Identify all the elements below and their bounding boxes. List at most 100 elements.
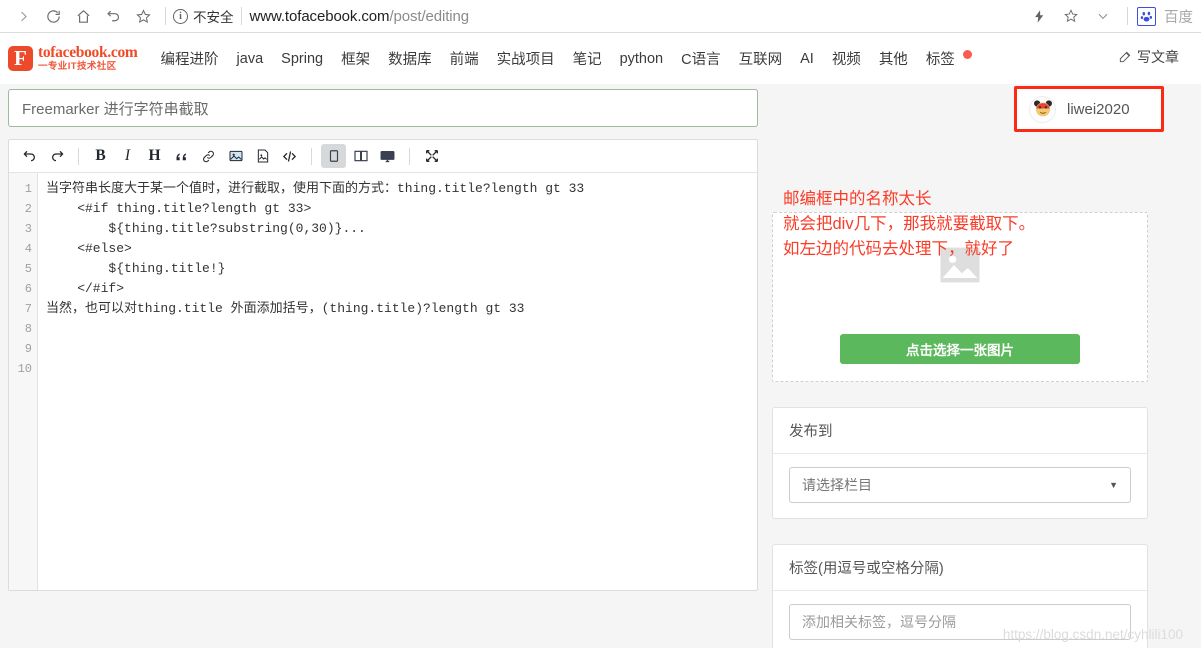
code-content[interactable]: 当字符串长度大于某一个值时，进行截取，使用下面的方式：thing.title?l… <box>38 173 757 590</box>
nav-item-3[interactable]: 框架 <box>332 48 379 69</box>
nav-item-0[interactable]: 编程进阶 <box>152 48 228 69</box>
page-body: Freemarker 进行字符串截取 B I H 1 2 3 4 5 6 7 8… <box>0 84 1201 648</box>
url-domain: www.tofacebook.com <box>249 7 390 25</box>
nav-item-13[interactable]: 其他 <box>870 48 917 69</box>
nav-item-7[interactable]: 笔记 <box>564 48 611 69</box>
line-number: 2 <box>24 202 32 216</box>
line-number: 5 <box>24 262 32 276</box>
undo-arrow-icon[interactable] <box>98 2 128 30</box>
editor-area[interactable]: 1 2 3 4 5 6 7 8 9 10 当字符串长度大于某一个值时，进行截取，… <box>9 173 757 590</box>
image-file-icon[interactable] <box>250 144 275 168</box>
image-placeholder-icon <box>930 239 990 296</box>
toolbar-divider-a <box>78 147 79 165</box>
user-account-highlight-box[interactable]: liwei2020 <box>1014 86 1164 132</box>
heading-icon[interactable]: H <box>142 144 167 168</box>
link-icon[interactable] <box>196 144 221 168</box>
line-number: 10 <box>17 362 32 376</box>
category-select[interactable]: 请选择栏目 ▼ <box>789 467 1131 503</box>
bold-icon[interactable]: B <box>88 144 113 168</box>
editor-column: Freemarker 进行字符串截取 B I H 1 2 3 4 5 6 7 8… <box>8 89 758 591</box>
editor-toolbar: B I H <box>9 140 757 173</box>
baidu-paw-icon[interactable] <box>1137 6 1156 26</box>
toolbar-divider <box>165 7 166 25</box>
nav-item-5[interactable]: 前端 <box>441 48 488 69</box>
line-number: 4 <box>24 242 32 256</box>
nav-item-12[interactable]: 视频 <box>823 48 870 69</box>
nav-item-6[interactable]: 实战项目 <box>488 48 564 69</box>
sidebar-column: 点击选择一张图片 发布到 请选择栏目 ▼ 标签(用逗号或空格分隔) 添加相关标签… <box>772 84 1148 648</box>
undo-icon[interactable] <box>17 144 42 168</box>
quote-icon[interactable] <box>169 144 194 168</box>
lightning-icon[interactable] <box>1024 2 1054 30</box>
write-article-label: 写文章 <box>1137 49 1179 65</box>
code-icon[interactable] <box>277 144 302 168</box>
nav-item-tags-label: 标签 <box>925 52 955 68</box>
address-bar[interactable]: www.tofacebook.com/post/editing <box>249 8 1025 25</box>
site-nav: 编程进阶 java Spring 框架 数据库 前端 实战项目 笔记 pytho… <box>152 48 973 69</box>
preview-view-icon[interactable] <box>375 144 400 168</box>
nav-item-1[interactable]: java <box>228 51 273 67</box>
code-line: ${thing.title?substring(0,30)}... <box>46 221 366 236</box>
code-line: </#if> <box>46 281 125 296</box>
article-title-input[interactable]: Freemarker 进行字符串截取 <box>8 89 758 127</box>
write-article-button[interactable]: 写文章 <box>1118 47 1179 67</box>
nav-item-2[interactable]: Spring <box>272 51 332 67</box>
nav-item-11[interactable]: AI <box>791 51 823 67</box>
info-icon: i <box>173 8 188 24</box>
watermark-text: https://blog.csdn.net/cyhlili100 <box>1002 627 1183 642</box>
pencil-edit-icon <box>1119 51 1131 63</box>
line-number-gutter: 1 2 3 4 5 6 7 8 9 10 <box>9 173 38 590</box>
site-logo[interactable]: tofacebook.com 一专业IT技术社区 <box>8 45 138 71</box>
user-name-label: liwei2020 <box>1067 100 1130 118</box>
single-pane-view-icon[interactable] <box>321 144 346 168</box>
image-icon[interactable] <box>223 144 248 168</box>
redo-icon[interactable] <box>44 144 69 168</box>
publish-to-panel: 发布到 请选择栏目 ▼ <box>772 407 1148 519</box>
new-badge-dot <box>962 50 972 59</box>
fullscreen-icon[interactable] <box>419 144 444 168</box>
line-number: 1 <box>24 182 32 196</box>
cartoon-face-avatar <box>1029 95 1056 123</box>
reload-icon[interactable] <box>38 2 68 30</box>
code-line: <#if thing.title?length gt 33> <box>46 201 312 216</box>
toolbar-divider-b <box>311 147 312 165</box>
select-image-button[interactable]: 点击选择一张图片 <box>840 334 1080 364</box>
line-number: 8 <box>24 322 32 336</box>
url-path: /post/editing <box>389 7 470 25</box>
split-pane-view-icon[interactable] <box>348 144 373 168</box>
forward-chevron-icon[interactable] <box>8 2 38 30</box>
nav-item-9[interactable]: C语言 <box>672 48 729 69</box>
line-number: 6 <box>24 282 32 296</box>
security-label: 不安全 <box>193 10 234 25</box>
line-number: 9 <box>24 342 32 356</box>
code-line: 当然，也可以对thing.title 外面添加括号，(thing.title)?… <box>46 301 525 316</box>
home-icon[interactable] <box>68 2 98 30</box>
logo-main-text: tofacebook.com <box>38 44 138 62</box>
site-header: tofacebook.com 一专业IT技术社区 编程进阶 java Sprin… <box>0 33 1201 84</box>
logo-text: tofacebook.com 一专业IT技术社区 <box>38 44 138 72</box>
line-number: 7 <box>24 302 32 316</box>
cover-image-upload-card[interactable]: 点击选择一张图片 <box>772 212 1148 382</box>
publish-to-title: 发布到 <box>773 408 1147 454</box>
browser-toolbar: i 不安全 www.tofacebook.com/post/editing 百度 <box>0 0 1201 33</box>
code-line: 当字符串长度大于某一个值时，进行截取，使用下面的方式：thing.title?l… <box>46 181 585 196</box>
nav-item-4[interactable]: 数据库 <box>379 48 441 69</box>
chevron-down-icon: ▼ <box>1109 480 1118 490</box>
nav-item-8[interactable]: python <box>611 51 673 67</box>
chevron-down-icon[interactable] <box>1088 2 1118 30</box>
toolbar-divider-c <box>409 147 410 165</box>
star-outline-icon[interactable] <box>1056 2 1086 30</box>
toolbar-divider-2 <box>240 7 242 25</box>
browser-right-tools: 百度 <box>1024 2 1193 30</box>
code-line: ${thing.title!} <box>46 261 226 276</box>
star-icon[interactable] <box>128 2 158 30</box>
logo-mark-icon <box>8 45 33 71</box>
site-security-indicator[interactable]: i 不安全 <box>173 6 234 26</box>
nav-item-tags[interactable]: 标签 <box>917 48 973 69</box>
publish-to-body: 请选择栏目 ▼ <box>773 454 1147 518</box>
nav-item-10[interactable]: 互联网 <box>730 48 792 69</box>
search-engine-label: 百度 <box>1164 9 1193 26</box>
category-select-value: 请选择栏目 <box>802 477 872 493</box>
italic-icon[interactable]: I <box>115 144 140 168</box>
tags-title: 标签(用逗号或空格分隔) <box>773 545 1147 591</box>
